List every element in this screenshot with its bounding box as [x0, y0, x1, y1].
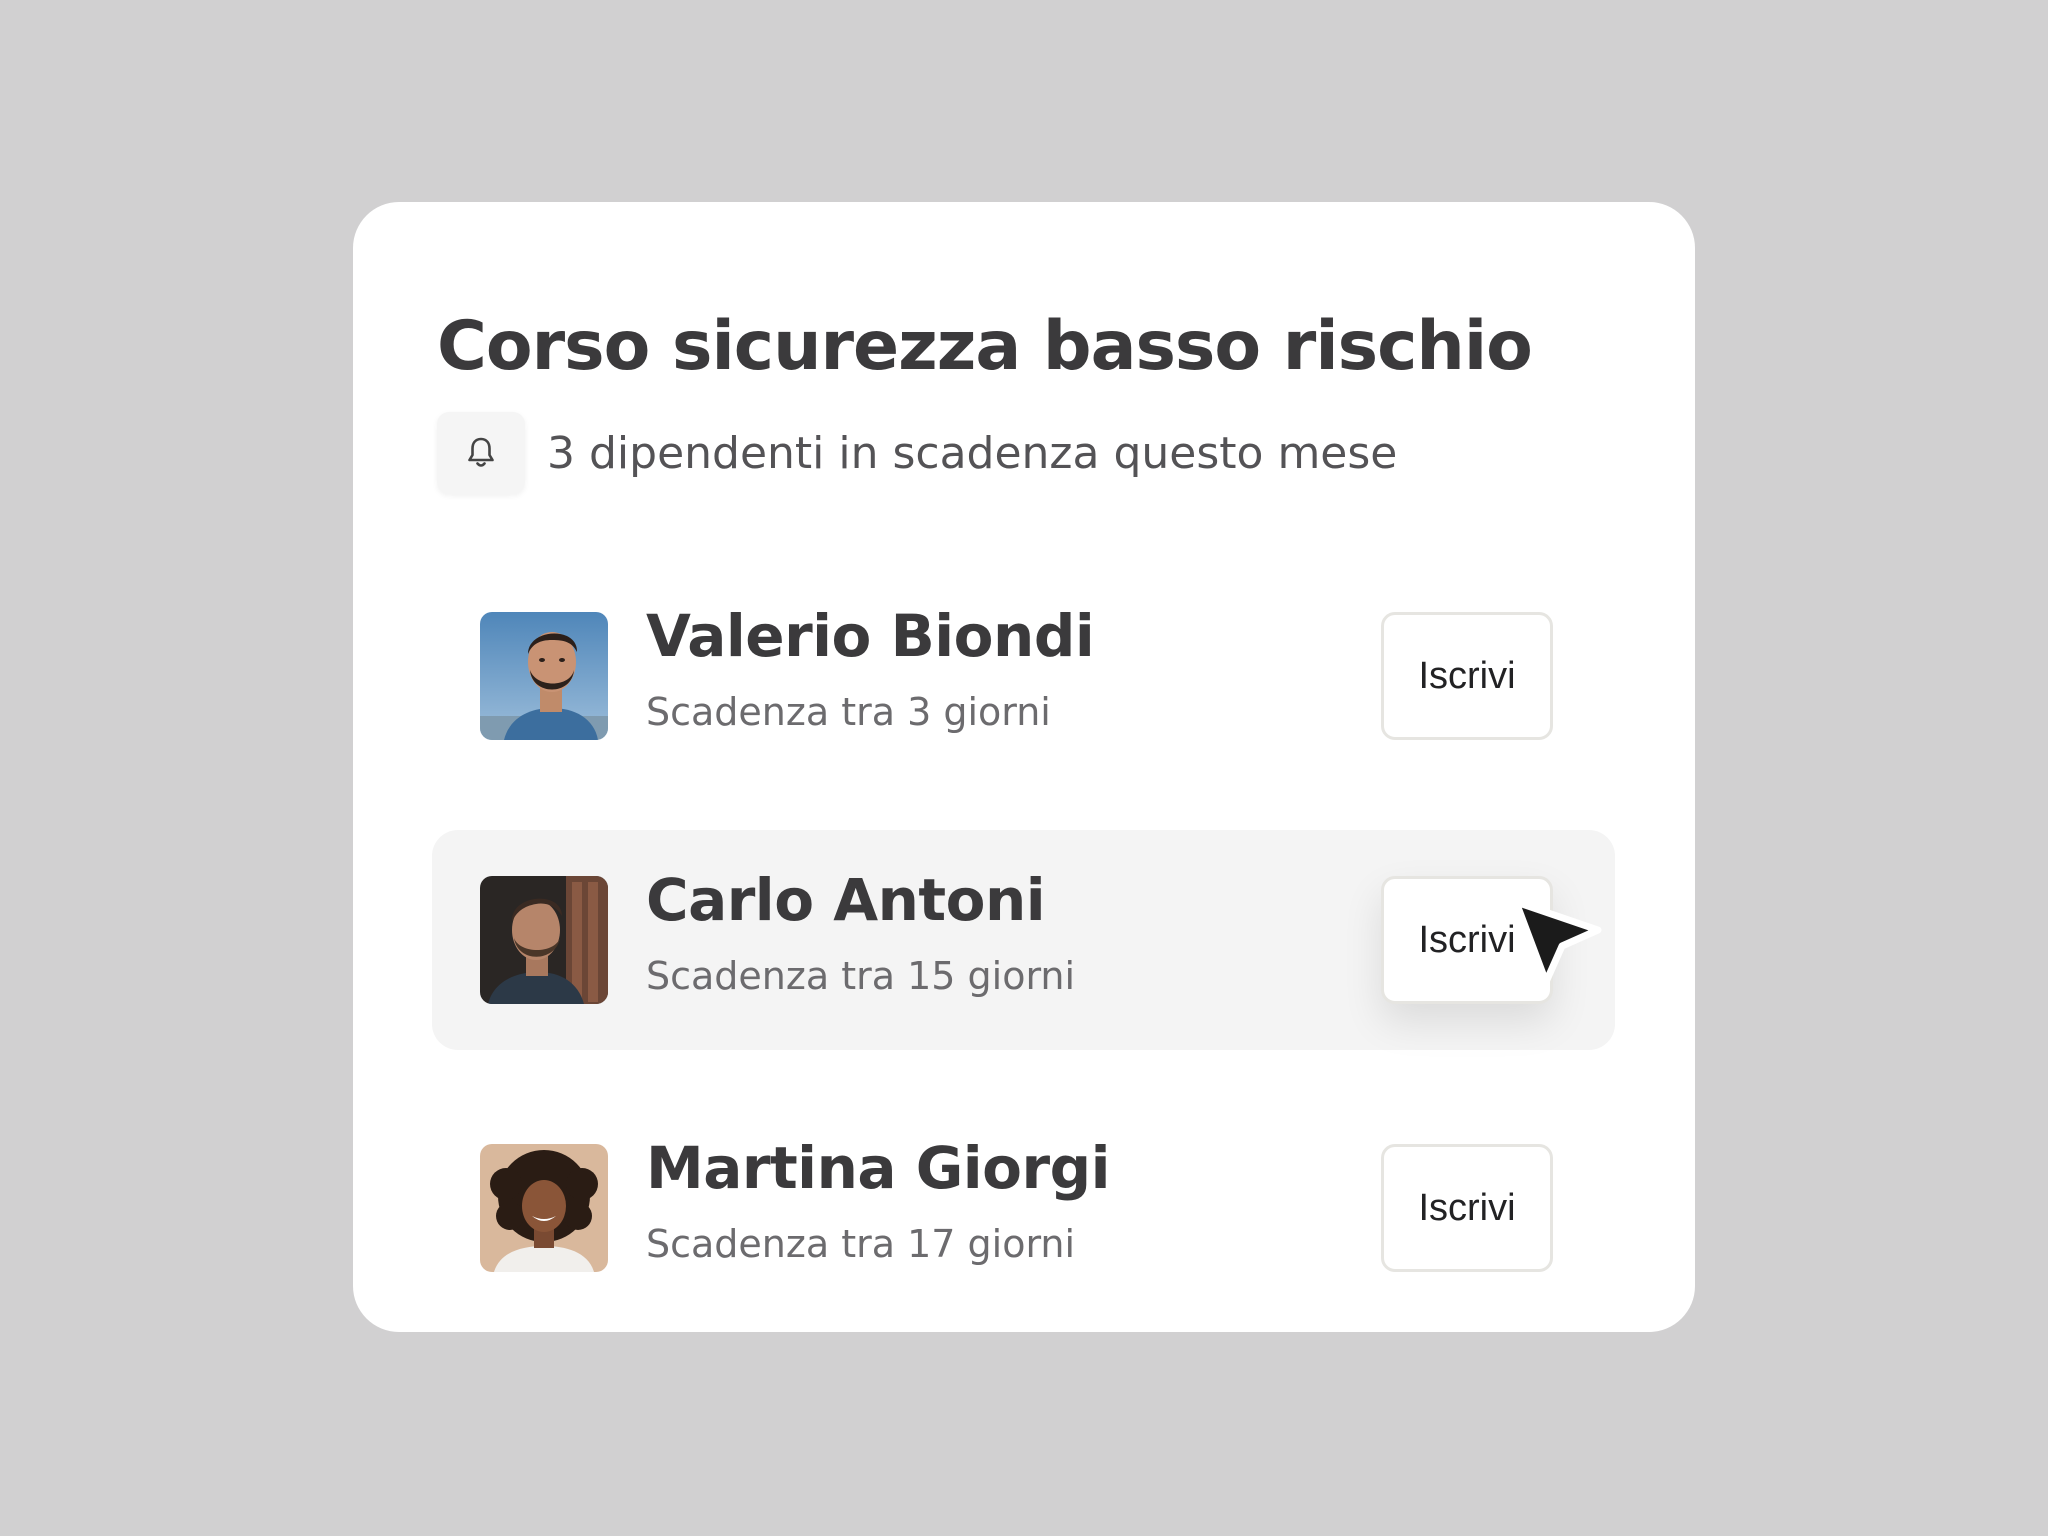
- employee-due: Scadenza tra 3 giorni: [646, 690, 1051, 734]
- course-card: Corso sicurezza basso rischio 3 dipenden…: [353, 202, 1695, 1332]
- avatar: [480, 1144, 608, 1272]
- avatar: [480, 876, 608, 1004]
- employee-due: Scadenza tra 17 giorni: [646, 1222, 1076, 1266]
- expiry-notice: 3 dipendenti in scadenza questo mese: [437, 412, 1397, 494]
- employee-name: Carlo Antoni: [646, 866, 1046, 934]
- employee-name: Valerio Biondi: [646, 602, 1095, 670]
- avatar: [480, 612, 608, 740]
- employee-row: Valerio Biondi Scadenza tra 3 giorni Isc…: [432, 566, 1615, 786]
- mouse-cursor-icon: [1512, 898, 1602, 986]
- employee-name: Martina Giorgi: [646, 1134, 1111, 1202]
- course-title: Corso sicurezza basso rischio: [437, 307, 1533, 386]
- enroll-button[interactable]: Iscrivi: [1381, 612, 1553, 740]
- employee-row: Carlo Antoni Scadenza tra 15 giorni Iscr…: [432, 830, 1615, 1050]
- employee-due: Scadenza tra 15 giorni: [646, 954, 1076, 998]
- expiry-notice-text: 3 dipendenti in scadenza questo mese: [547, 427, 1398, 479]
- bell-icon: [437, 412, 525, 494]
- enroll-button[interactable]: Iscrivi: [1381, 1144, 1553, 1272]
- employee-row: Martina Giorgi Scadenza tra 17 giorni Is…: [432, 1098, 1615, 1318]
